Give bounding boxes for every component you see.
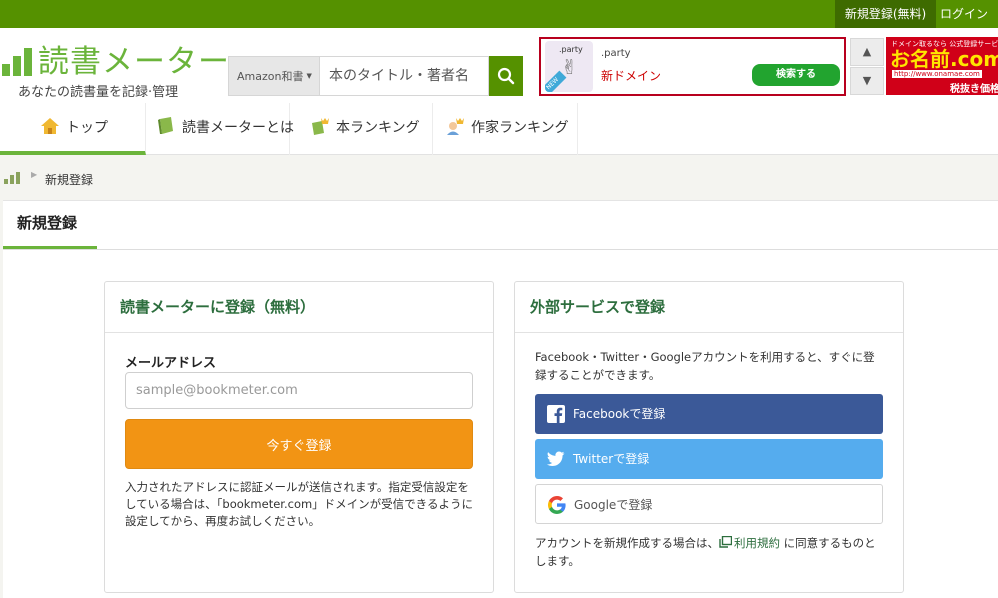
nav-item-label: 本ランキング: [336, 120, 420, 136]
twitter-icon: [547, 451, 565, 466]
terms-link[interactable]: 利用規約: [734, 536, 780, 550]
email-field[interactable]: [125, 372, 473, 409]
email-label: メールアドレス: [125, 356, 217, 371]
twitter-signup-button[interactable]: Twitterで登録: [535, 439, 883, 479]
breadcrumb: ▶ 新規登録: [0, 155, 998, 200]
terms-text-before: アカウントを新規作成する場合は、: [535, 536, 719, 550]
ad-new-badge: NEW: [545, 70, 567, 92]
facebook-signup-button[interactable]: Facebookで登録: [535, 394, 883, 434]
divider: [3, 249, 998, 250]
google-icon: [548, 496, 566, 514]
logo-name: 読書メーター: [38, 44, 230, 80]
page-title: 新規登録: [3, 201, 97, 249]
search-category-label: Amazon和書: [237, 70, 304, 83]
search-button[interactable]: [489, 56, 523, 96]
search-icon: [497, 67, 515, 85]
nav-item-about[interactable]: 読書メーターとは: [146, 103, 294, 155]
signup-note: 入力されたアドレスに認証メールが送信されます。指定受信設定をしている場合は、「b…: [125, 480, 473, 528]
ad-banner[interactable]: .party ✌ NEW .party 新ドメイン 検索する: [539, 37, 846, 96]
facebook-icon: [547, 405, 565, 423]
breadcrumb-home-icon[interactable]: [4, 172, 20, 184]
nav-item-label: トップ: [66, 120, 108, 136]
ad-side-url: http://www.onamae.com: [892, 70, 982, 78]
external-description: Facebook・Twitter・Googleアカウントを利用すると、すぐに登録…: [535, 350, 875, 382]
signup-card-title: 読書メーターに登録（無料）: [105, 282, 493, 333]
book-crown-icon: [312, 118, 329, 135]
header: 読書メーター あなたの読書量を記録·管理 Amazon和書▼ .party ✌ …: [0, 28, 998, 155]
author-crown-icon: [447, 118, 464, 135]
top-bar: 新規登録(無料) ログイン: [0, 0, 998, 28]
ad-title: 新ドメイン: [601, 69, 662, 83]
signup-card: 読書メーターに登録（無料） メールアドレス 今すぐ登録 入力されたアドレスに認証…: [104, 281, 494, 593]
ad-side-banner[interactable]: ドメイン取るなら 公式登録サービス お名前.com http://www.ona…: [886, 37, 998, 95]
nav-item-author-ranking[interactable]: 作家ランキング: [433, 103, 578, 155]
ad-side-brand: お名前.com: [890, 47, 998, 71]
book-icon: [158, 117, 173, 134]
terms-notice: アカウントを新規作成する場合は、 利用規約 に同意するものとします。: [535, 534, 887, 570]
twitter-signup-label: Twitterで登録: [573, 452, 650, 466]
login-link[interactable]: ログイン: [940, 0, 988, 28]
google-signup-label: Googleで登録: [574, 498, 653, 512]
ad-domain: .party: [601, 48, 631, 59]
ad-next-arrow-icon[interactable]: ▼: [850, 67, 884, 95]
search-input[interactable]: [319, 56, 489, 96]
external-link-icon: [719, 536, 732, 548]
ad-search-button[interactable]: 検索する: [752, 64, 840, 86]
main-nav: トップ 読書メーターとは 本ランキング 作家ランキング: [0, 103, 998, 155]
ad-prev-arrow-icon[interactable]: ▲: [850, 38, 884, 66]
search-bar: Amazon和書 ▼: [228, 56, 523, 96]
page-content: 新規登録 読書メーターに登録（無料） メールアドレス 今すぐ登録 入力されたアド…: [3, 200, 998, 598]
external-card-title: 外部サービスで登録: [515, 282, 903, 333]
google-signup-button[interactable]: Googleで登録: [535, 484, 883, 524]
nav-item-book-ranking[interactable]: 本ランキング: [290, 103, 433, 155]
caret-down-icon: ▼: [306, 72, 312, 80]
breadcrumb-separator-icon: ▶: [31, 170, 38, 179]
home-icon: [41, 118, 59, 134]
register-now-button[interactable]: 今すぐ登録: [125, 419, 473, 469]
nav-item-label: 作家ランキング: [471, 120, 569, 136]
ad-image-label: .party: [559, 45, 583, 54]
site-logo[interactable]: 読書メーター あなたの読書量を記録·管理: [2, 44, 229, 100]
breadcrumb-current: 新規登録: [45, 173, 94, 187]
nav-item-top[interactable]: トップ: [0, 103, 146, 155]
logo-tagline: あなたの読書量を記録·管理: [18, 85, 179, 100]
ad-image: .party ✌ NEW: [545, 41, 593, 92]
search-category-select[interactable]: Amazon和書 ▼: [228, 56, 319, 96]
nav-item-label: 読書メーターとは: [182, 120, 294, 136]
facebook-signup-label: Facebookで登録: [573, 407, 666, 421]
ad-side-tail: 税抜き価格: [950, 84, 998, 95]
external-signup-card: 外部サービスで登録 Facebook・Twitter・Googleアカウントを利…: [514, 281, 904, 593]
register-link[interactable]: 新規登録(無料): [835, 0, 936, 28]
logo-bars-icon: [2, 48, 34, 76]
